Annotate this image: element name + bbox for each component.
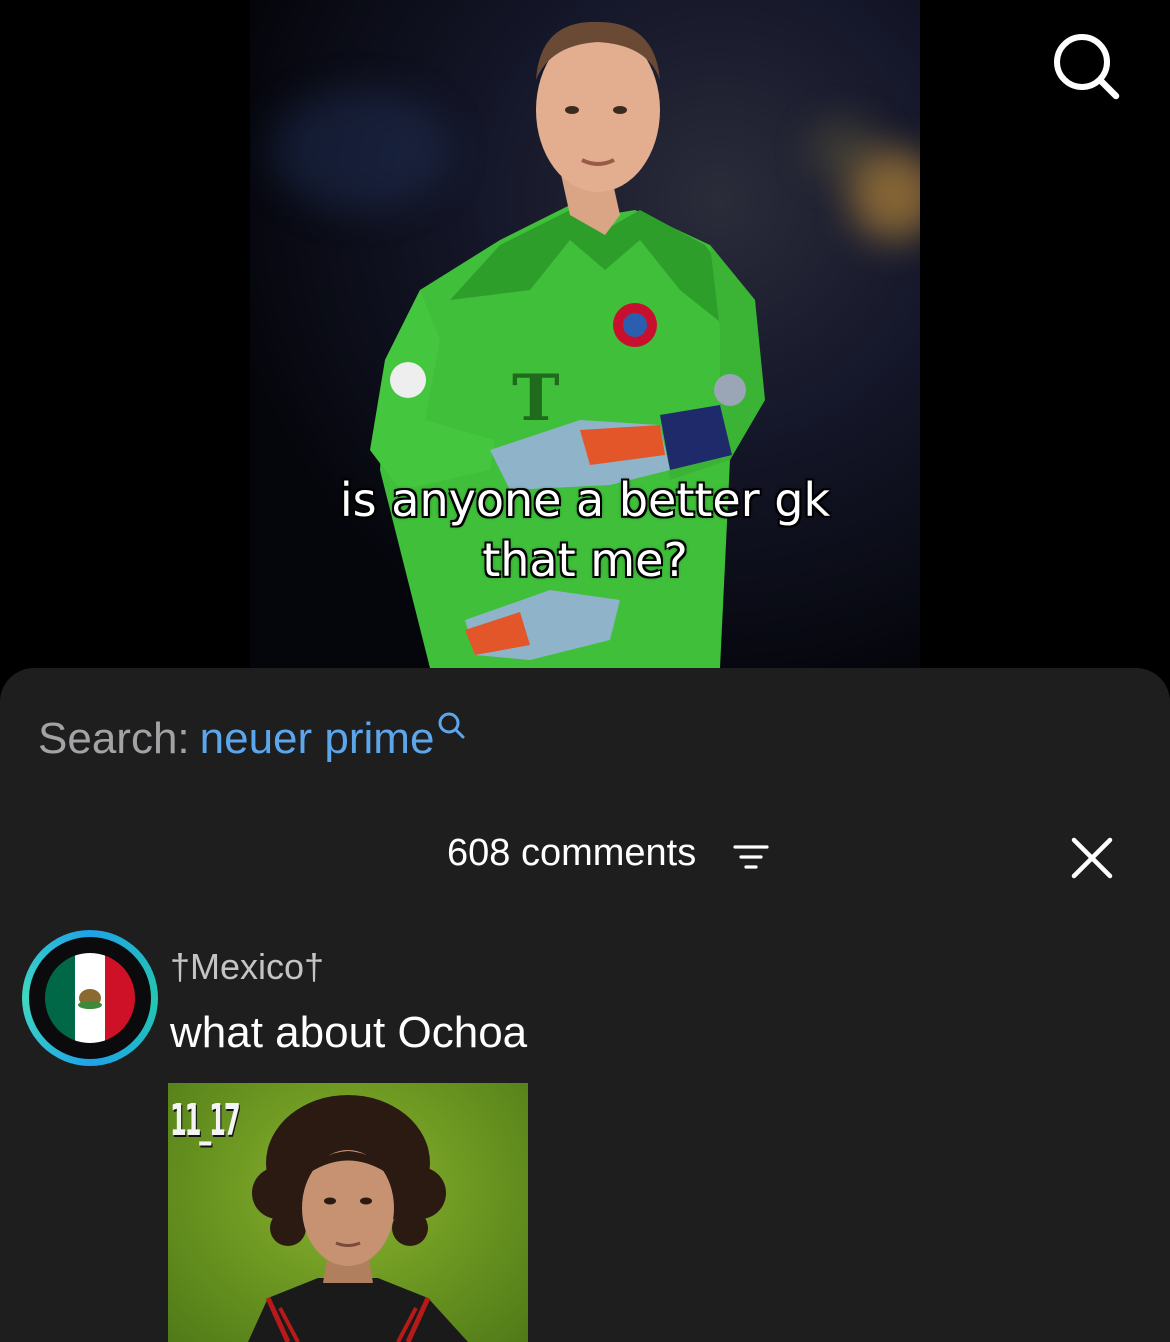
close-icon: [1071, 837, 1113, 879]
comments-sheet: Search: neuer prime 608 comments †Mexico…: [0, 668, 1170, 1342]
caption-line: that me?: [482, 533, 688, 587]
search-icon: [438, 712, 465, 739]
comments-header: 608 comments: [0, 828, 1170, 888]
mexico-flag-avatar: [45, 953, 135, 1043]
related-search-link[interactable]: Search: neuer prime: [38, 712, 466, 764]
eagle-emblem-icon: [78, 989, 102, 1009]
ochoa-photo: [248, 1095, 468, 1342]
search-button[interactable]: [1050, 28, 1126, 104]
video-player[interactable]: T is anyone a better gk that me?: [0, 0, 1170, 690]
comment-item[interactable]: †Mexico† what about Ochoa 11_17: [0, 930, 1170, 1342]
video-caption: is anyone a better gk that me?: [250, 470, 920, 590]
close-button[interactable]: [1068, 834, 1116, 882]
svg-text:T: T: [512, 361, 560, 436]
comment-text: what about Ochoa: [170, 1008, 528, 1057]
avatar[interactable]: [22, 930, 158, 1066]
page: T is anyone a better gk that me? Search:…: [0, 0, 1170, 1342]
search-icon: [1054, 34, 1120, 100]
search-label: Search:: [38, 714, 190, 763]
comment-count: 608 comments: [447, 832, 697, 874]
caption-line: is anyone a better gk: [339, 473, 831, 527]
comment-image[interactable]: 11_17: [168, 1083, 528, 1342]
comment-username[interactable]: †Mexico†: [170, 946, 324, 988]
search-query[interactable]: neuer prime: [200, 714, 435, 763]
sort-filter-icon[interactable]: [733, 842, 769, 872]
